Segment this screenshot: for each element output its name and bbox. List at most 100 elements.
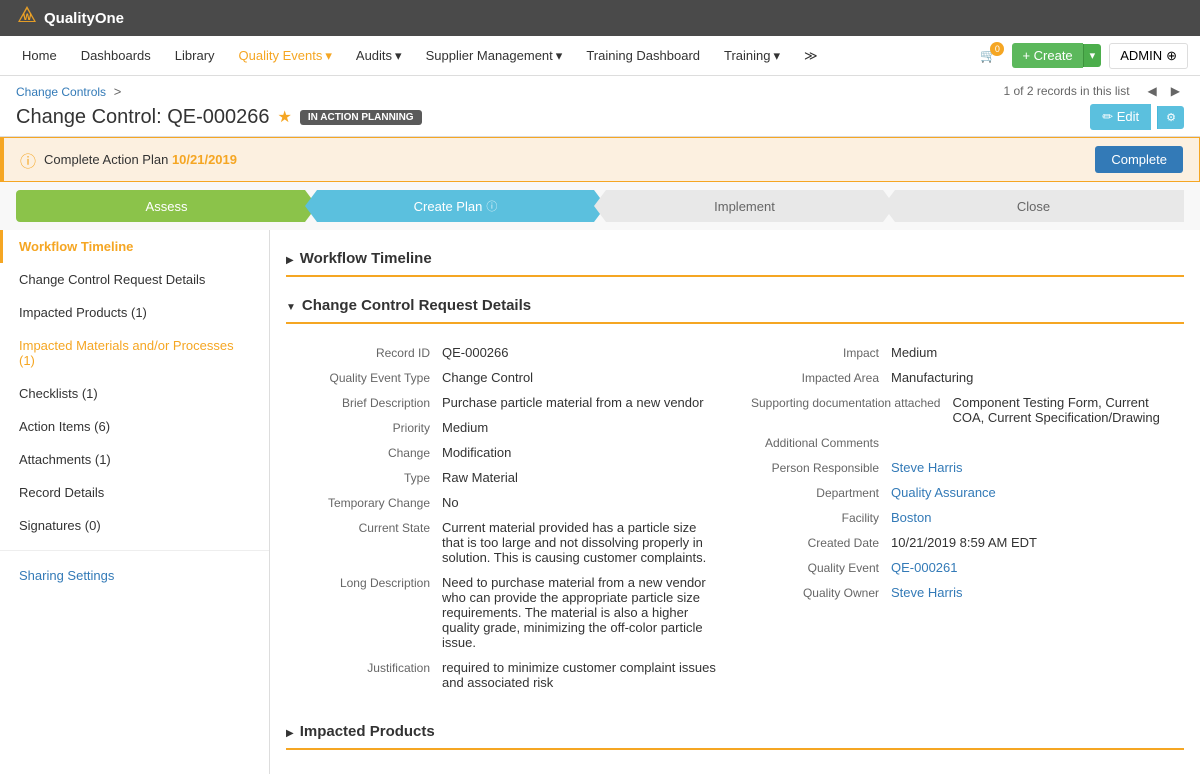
nav-more[interactable]: ≫ [794, 42, 828, 70]
page-title-row: Change Control: QE-000266 ★ IN ACTION PL… [16, 104, 1184, 130]
step-close[interactable]: Close [883, 190, 1184, 222]
logo-text: QualityOne [44, 10, 124, 27]
field-label-impacted-area: Impacted Area [751, 370, 891, 385]
field-value-facility[interactable]: Boston [891, 510, 1168, 525]
sidebar-item-record-details[interactable]: Record Details [0, 476, 269, 509]
field-quality-event: Quality Event QE-000261 [751, 555, 1168, 580]
gear-dropdown-button[interactable]: ⚙ [1157, 106, 1184, 129]
field-label-change: Change [302, 445, 442, 460]
field-quality-owner: Quality Owner Steve Harris [751, 580, 1168, 605]
top-bar: W QualityOne [0, 0, 1200, 36]
field-additional-comments: Additional Comments [751, 430, 1168, 455]
prev-record-button[interactable]: ◀ [1144, 82, 1161, 100]
impacted-products-header[interactable]: Impacted Products [286, 715, 1184, 750]
field-label-facility: Facility [751, 510, 891, 525]
impacted-products-section: Impacted Products [286, 715, 1184, 750]
field-value-record-id: QE-000266 [442, 345, 719, 360]
field-value-brief-desc: Purchase particle material from a new ve… [442, 395, 719, 410]
sidebar-item-request-details[interactable]: Change Control Request Details [0, 263, 269, 296]
field-person-responsible: Person Responsible Steve Harris [751, 455, 1168, 480]
sidebar-item-attachments[interactable]: Attachments (1) [0, 443, 269, 476]
workflow-timeline-title: Workflow Timeline [300, 250, 432, 267]
field-change: Change Modification [302, 440, 719, 465]
field-value-priority: Medium [442, 420, 719, 435]
field-created-date: Created Date 10/21/2019 8:59 AM EDT [751, 530, 1168, 555]
main-nav: Home Dashboards Library Quality Events ▾… [0, 36, 1200, 76]
field-value-temp-change: No [442, 495, 719, 510]
record-navigation: 1 of 2 records in this list ◀ ▶ [1003, 82, 1184, 100]
field-label-impact: Impact [751, 345, 891, 360]
next-record-button[interactable]: ▶ [1167, 82, 1184, 100]
nav-training[interactable]: Training ▾ [714, 42, 790, 70]
workflow-timeline-toggle[interactable] [286, 252, 294, 266]
sidebar-item-signatures[interactable]: Signatures (0) [0, 509, 269, 542]
create-button[interactable]: + Create [1012, 43, 1082, 68]
field-label-priority: Priority [302, 420, 442, 435]
alert-text: Complete Action Plan 10/21/2019 [44, 152, 237, 167]
field-label-department: Department [751, 485, 891, 500]
nav-supplier-mgmt[interactable]: Supplier Management ▾ [416, 42, 573, 70]
page-title: Change Control: QE-000266 ★ IN ACTION PL… [16, 106, 422, 129]
nav-library[interactable]: Library [165, 42, 225, 69]
field-justification: Justification required to minimize custo… [302, 655, 719, 695]
sidebar-item-checklists[interactable]: Checklists (1) [0, 377, 269, 410]
field-label-created-date: Created Date [751, 535, 891, 550]
field-current-state: Current State Current material provided … [302, 515, 719, 570]
sidebar-item-action-items[interactable]: Action Items (6) [0, 410, 269, 443]
sidebar-item-impacted-products[interactable]: Impacted Products (1) [0, 296, 269, 329]
nav-quality-events[interactable]: Quality Events ▾ [229, 42, 342, 70]
request-details-header[interactable]: Change Control Request Details [286, 289, 1184, 324]
sidebar-item-workflow-timeline[interactable]: Workflow Timeline [0, 230, 269, 263]
record-info: 1 of 2 records in this list [1003, 84, 1129, 98]
field-value-long-desc: Need to purchase material from a new ven… [442, 575, 719, 650]
create-dropdown-button[interactable]: ▾ [1083, 44, 1102, 67]
nav-right: 🛒 0 + Create ▾ ADMIN ⊕ [972, 43, 1188, 69]
field-brief-description: Brief Description Purchase particle mate… [302, 390, 719, 415]
workflow-timeline-header[interactable]: Workflow Timeline [286, 242, 1184, 277]
logo-icon: W [16, 4, 38, 32]
field-value-department[interactable]: Quality Assurance [891, 485, 1168, 500]
field-label-supporting-docs: Supporting documentation attached [751, 395, 952, 410]
page-header: Change Controls > 1 of 2 records in this… [0, 76, 1200, 137]
field-type: Type Raw Material [302, 465, 719, 490]
nav-home[interactable]: Home [12, 42, 67, 69]
favorite-star[interactable]: ★ [278, 107, 292, 127]
step-implement[interactable]: Implement [594, 190, 895, 222]
nav-audits[interactable]: Audits ▾ [346, 42, 412, 70]
logo: W QualityOne [16, 4, 124, 32]
alert-icon: ⓘ [20, 148, 36, 172]
field-temporary-change: Temporary Change No [302, 490, 719, 515]
admin-button[interactable]: ADMIN ⊕ [1109, 43, 1188, 69]
impacted-products-title: Impacted Products [300, 723, 435, 740]
create-button-group: + Create ▾ [1012, 43, 1101, 68]
field-record-id: Record ID QE-000266 [302, 340, 719, 365]
field-value-quality-owner[interactable]: Steve Harris [891, 585, 1168, 600]
request-details-grid: Record ID QE-000266 Quality Event Type C… [286, 336, 1184, 699]
field-label-long-desc: Long Description [302, 575, 442, 590]
field-label-brief-desc: Brief Description [302, 395, 442, 410]
field-facility: Facility Boston [751, 505, 1168, 530]
sidebar-item-sharing-settings[interactable]: Sharing Settings [0, 559, 269, 592]
field-label-add-comments: Additional Comments [751, 435, 891, 450]
breadcrumb-link[interactable]: Change Controls [16, 85, 106, 99]
field-label-qe-type: Quality Event Type [302, 370, 442, 385]
request-details-toggle[interactable] [286, 299, 296, 313]
field-label-current-state: Current State [302, 520, 442, 535]
complete-button[interactable]: Complete [1095, 146, 1183, 173]
field-value-justification: required to minimize customer complaint … [442, 660, 719, 690]
field-value-quality-event[interactable]: QE-000261 [891, 560, 1168, 575]
step-assess[interactable]: Assess [16, 190, 317, 222]
sidebar-item-impacted-materials[interactable]: Impacted Materials and/or Processes (1) [0, 329, 269, 377]
field-value-person-resp[interactable]: Steve Harris [891, 460, 1168, 475]
field-supporting-docs: Supporting documentation attached Compon… [751, 390, 1168, 430]
nav-dashboards[interactable]: Dashboards [71, 42, 161, 69]
field-label-type: Type [302, 470, 442, 485]
field-value-current-state: Current material provided has a particle… [442, 520, 719, 565]
edit-button[interactable]: ✏ Edit [1090, 104, 1151, 130]
field-impacted-area: Impacted Area Manufacturing [751, 365, 1168, 390]
sidebar-divider [0, 550, 269, 551]
cart-button[interactable]: 🛒 0 [972, 44, 1004, 68]
nav-training-dashboard[interactable]: Training Dashboard [576, 42, 710, 69]
step-create-plan[interactable]: Create Plan ⓘ [305, 190, 606, 222]
impacted-products-toggle[interactable] [286, 725, 294, 739]
